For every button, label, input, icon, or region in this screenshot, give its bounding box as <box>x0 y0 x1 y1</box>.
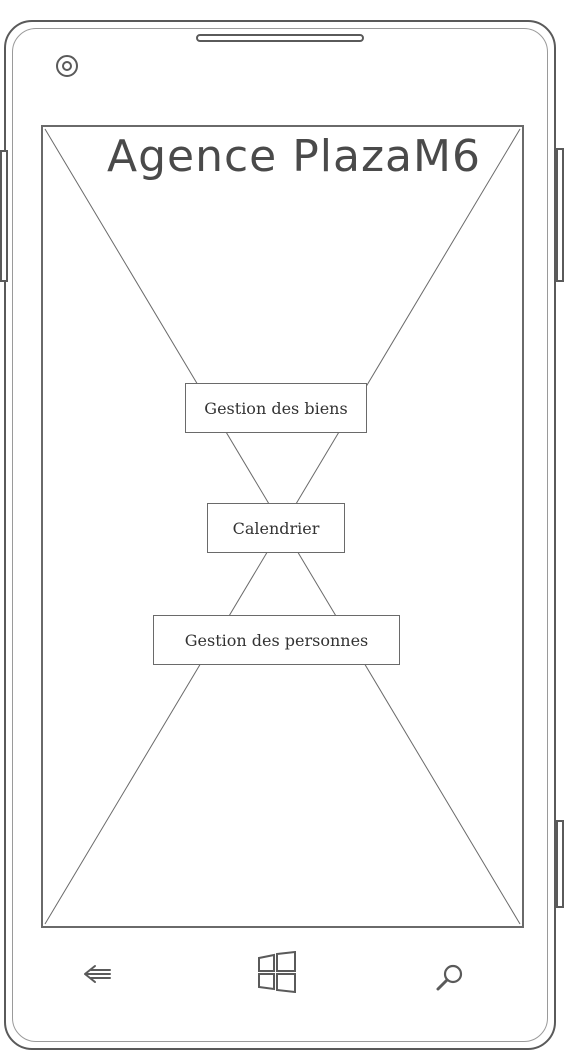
speaker-grille <box>196 34 364 42</box>
back-arrow-icon[interactable] <box>80 958 116 990</box>
screen: Agence PlazaM6 Gestion des biens Calendr… <box>41 125 524 928</box>
front-camera-icon <box>56 55 78 77</box>
gestion-des-biens-button[interactable]: Gestion des biens <box>185 383 367 433</box>
right-camera-button <box>556 820 564 908</box>
gestion-des-personnes-button[interactable]: Gestion des personnes <box>153 615 400 665</box>
search-icon[interactable] <box>432 960 468 994</box>
right-volume-button <box>556 148 564 282</box>
page-title: Agence PlazaM6 <box>107 131 481 182</box>
calendrier-button[interactable]: Calendrier <box>207 503 345 553</box>
left-side-button <box>0 150 8 282</box>
windows-logo-icon[interactable] <box>255 950 299 994</box>
